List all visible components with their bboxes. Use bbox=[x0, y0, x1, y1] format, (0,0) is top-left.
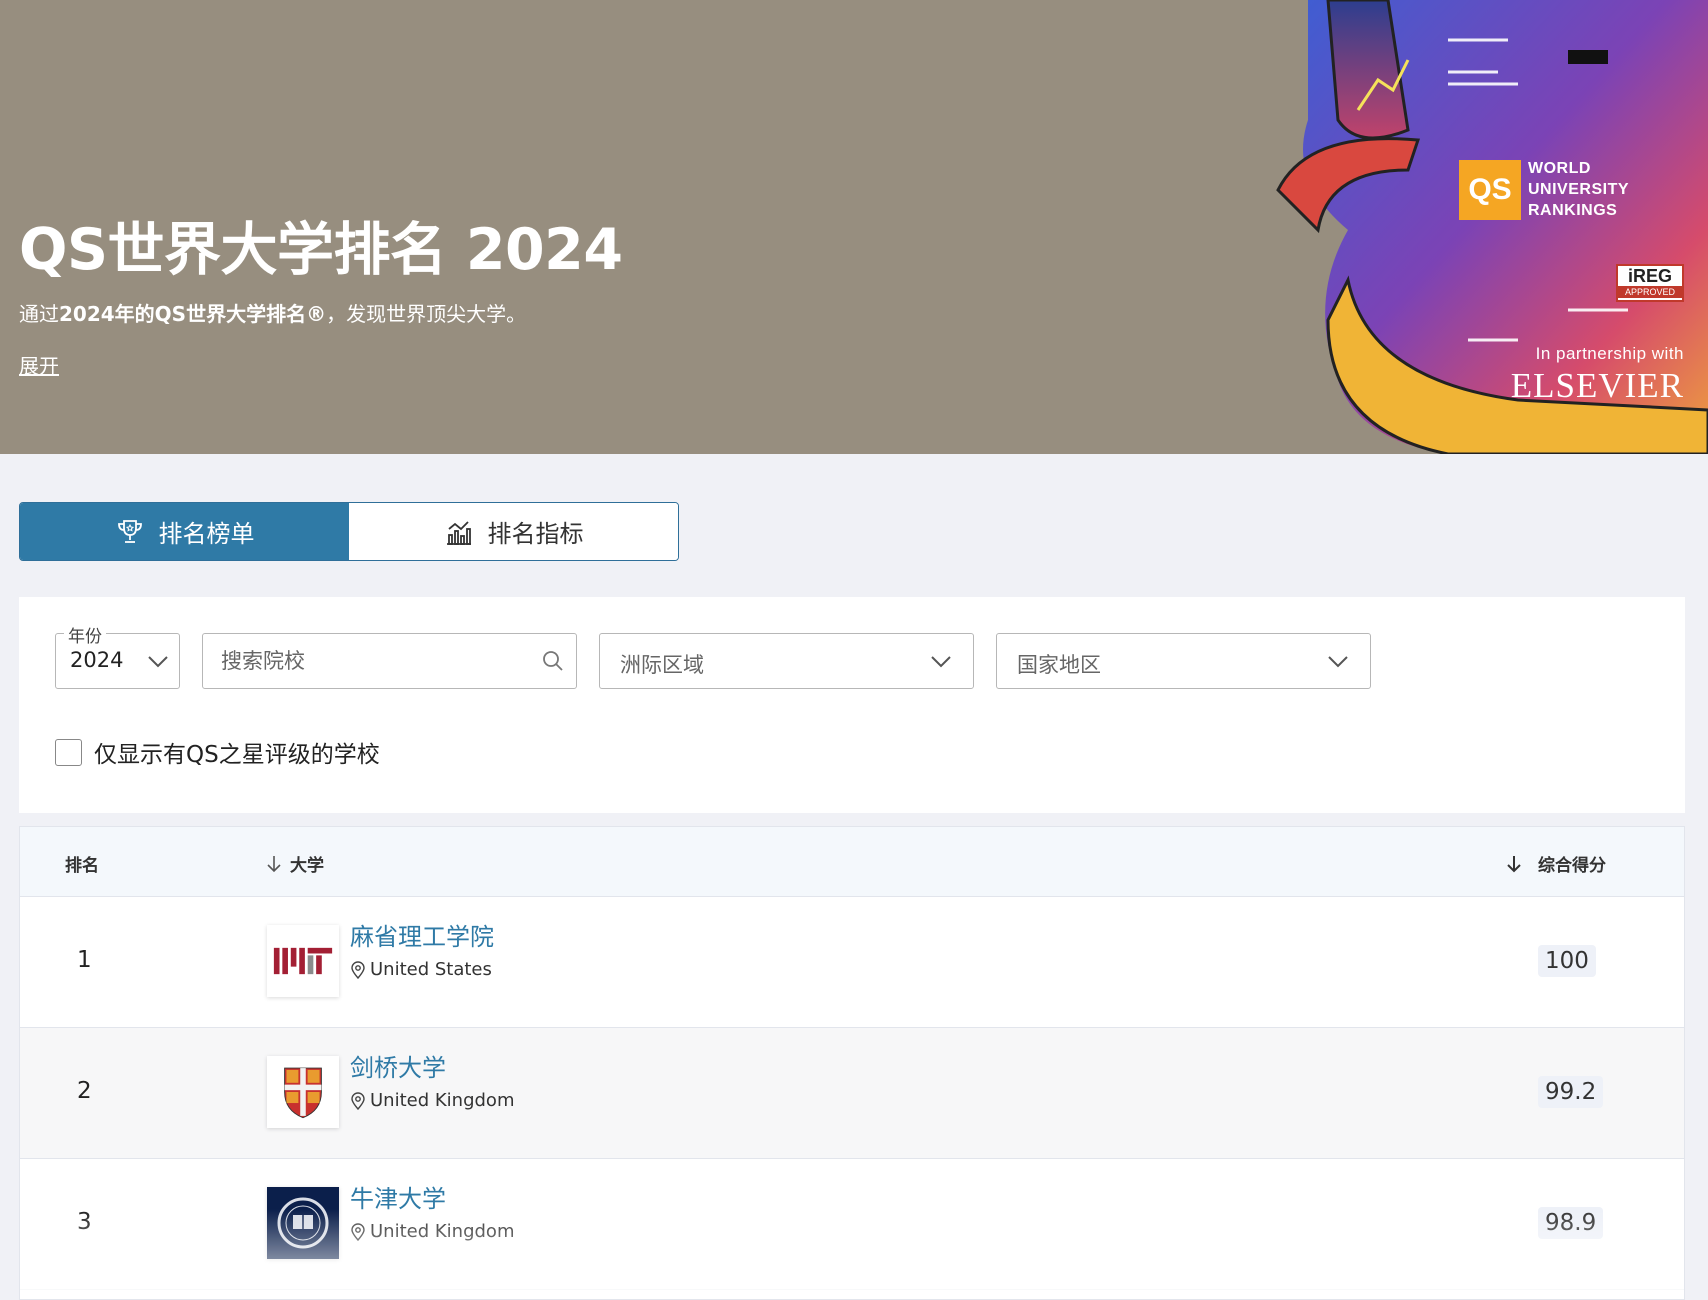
cambridge-logo bbox=[267, 1056, 339, 1128]
hero-subtitle: 通过2024年的QS世界大学排名®，发现世界顶尖大学。 bbox=[19, 302, 527, 326]
oxford-logo bbox=[267, 1187, 339, 1259]
tab-rankings-label: 排名榜单 bbox=[158, 520, 255, 548]
university-location: United States bbox=[350, 959, 492, 980]
stars-checkbox-label: 仅显示有QS之星评级的学校 bbox=[94, 742, 380, 768]
region-placeholder: 洲际区域 bbox=[620, 653, 704, 677]
score-badge: 99.2 bbox=[1538, 1076, 1604, 1108]
stars-checkbox[interactable] bbox=[55, 738, 82, 766]
year-value: 2024 bbox=[70, 648, 124, 672]
table-header: 排名 大学 综合得分 bbox=[20, 827, 1684, 897]
country-placeholder: 国家地区 bbox=[1017, 653, 1101, 677]
sort-arrow-icon bbox=[267, 855, 281, 872]
chevron-down-icon bbox=[148, 656, 168, 668]
chevron-down-icon bbox=[1328, 656, 1348, 668]
search-box bbox=[202, 633, 577, 689]
rank-value: 2 bbox=[77, 1078, 92, 1104]
tab-indicators-label: 排名指标 bbox=[487, 520, 584, 548]
location-pin-icon bbox=[351, 960, 365, 979]
location-pin-icon bbox=[351, 1091, 365, 1110]
location-pin-icon bbox=[351, 1222, 365, 1241]
qs-logo: QS bbox=[1459, 160, 1521, 220]
table-row: 2 剑桥大学 United Kingdom 99.2 bbox=[20, 1028, 1684, 1159]
ireg-approved-badge: iREG APPROVED bbox=[1616, 264, 1684, 302]
sort-arrow-icon bbox=[1507, 855, 1521, 872]
university-location: United Kingdom bbox=[350, 1221, 514, 1242]
expand-link[interactable]: 展开 bbox=[19, 350, 59, 379]
table-row: 3 牛津大学 United Kingdom 98.9 bbox=[20, 1159, 1684, 1290]
score-badge: 100 bbox=[1538, 945, 1596, 977]
mit-logo bbox=[267, 925, 339, 997]
year-select[interactable]: 年份 2024 bbox=[55, 622, 180, 689]
university-name-link[interactable]: 麻省理工学院 bbox=[350, 917, 494, 952]
header-university[interactable]: 大学 bbox=[266, 851, 324, 876]
view-tabs: 排名榜单 排名指标 bbox=[19, 502, 679, 561]
page-title: QS世界大学排名 2024 bbox=[19, 217, 623, 283]
header-score[interactable]: 综合得分 bbox=[1506, 851, 1606, 876]
university-name-link[interactable]: 牛津大学 bbox=[350, 1179, 446, 1214]
search-input[interactable] bbox=[221, 646, 521, 676]
country-select[interactable]: 国家地区 bbox=[996, 633, 1371, 689]
trophy-icon bbox=[117, 519, 142, 543]
filter-panel: 年份 2024 洲际区域 国家地区 仅显示有QS之星评级的学校 bbox=[19, 597, 1685, 813]
chevron-down-icon bbox=[931, 656, 951, 668]
stars-filter[interactable]: 仅显示有QS之星评级的学校 bbox=[55, 735, 380, 769]
wur-wordmark: WORLD UNIVERSITY RANKINGS bbox=[1528, 160, 1630, 219]
rank-value: 1 bbox=[77, 947, 92, 973]
partner-text: In partnership with bbox=[1535, 344, 1684, 363]
hero-banner: QS世界大学排名 2024 通过2024年的QS世界大学排名®，发现世界顶尖大学… bbox=[0, 0, 1708, 454]
elsevier-logo: ELSEVIER bbox=[1510, 366, 1684, 405]
search-icon[interactable] bbox=[542, 650, 564, 672]
rankings-table: 排名 大学 综合得分 1 麻省理工学院 United States 100 2 … bbox=[19, 826, 1685, 1300]
university-name-link[interactable]: 剑桥大学 bbox=[350, 1048, 446, 1083]
header-rank: 排名 bbox=[65, 856, 99, 876]
tab-indicators[interactable]: 排名指标 bbox=[349, 503, 678, 560]
tab-rankings[interactable]: 排名榜单 bbox=[20, 503, 349, 560]
region-select[interactable]: 洲际区域 bbox=[599, 633, 974, 689]
university-location: United Kingdom bbox=[350, 1090, 514, 1111]
year-label: 年份 bbox=[64, 622, 106, 647]
table-row: 1 麻省理工学院 United States 100 bbox=[20, 897, 1684, 1028]
rank-value: 3 bbox=[77, 1209, 92, 1235]
score-badge: 98.9 bbox=[1538, 1207, 1604, 1239]
chart-icon bbox=[446, 520, 471, 545]
